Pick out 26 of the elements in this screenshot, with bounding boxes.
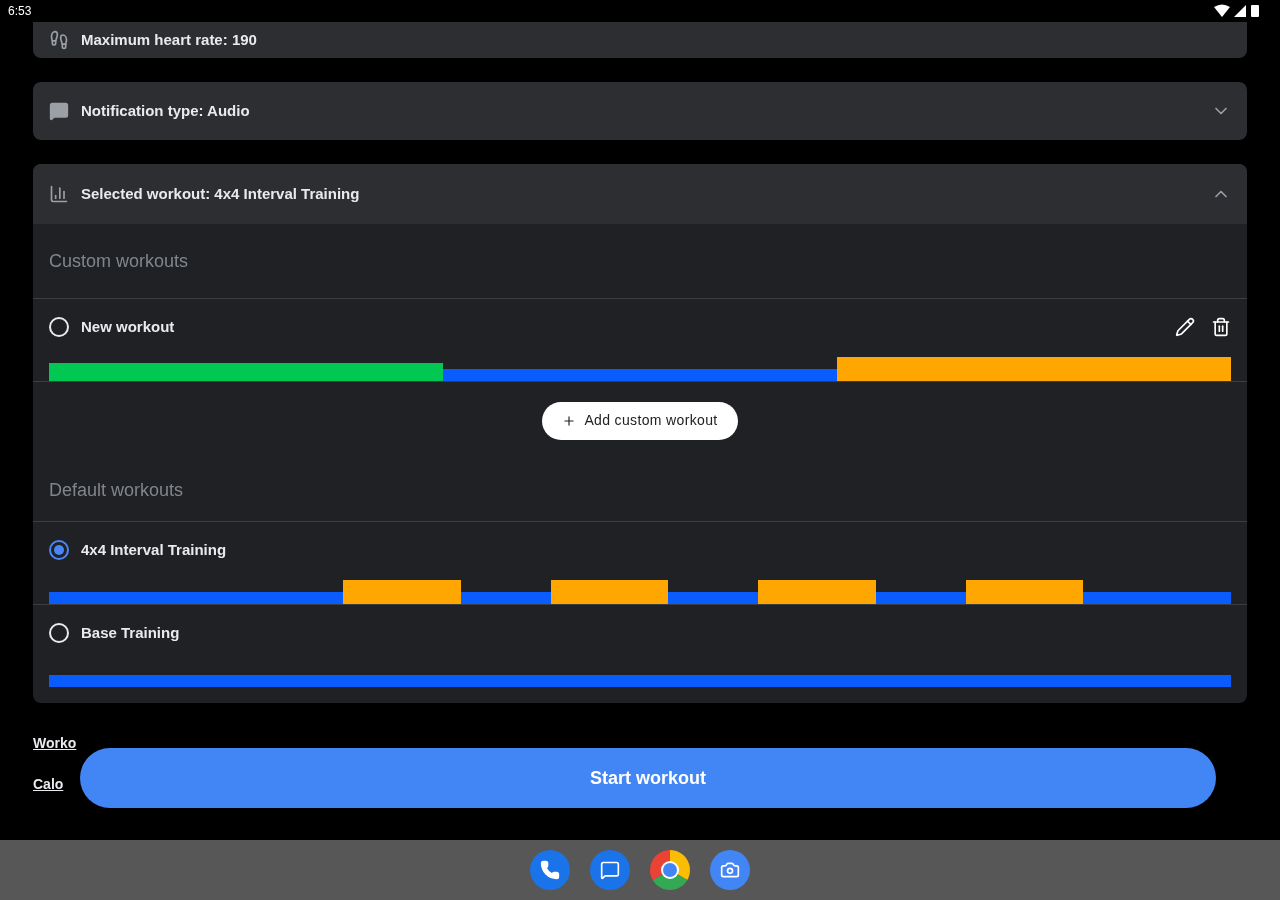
workout-name: New workout [81,316,175,337]
panel-header[interactable]: Selected workout: 4x4 Interval Training [33,164,1247,224]
text-link[interactable]: Calo [33,774,64,795]
setting-label: Notification type: Audio [81,100,250,121]
workout-name: Base Training [81,622,180,643]
section-title: Custom workouts [49,249,189,273]
section-title: Default workouts [49,478,184,502]
add-workout-button[interactable]: Add custom workout [542,401,738,440]
setting-card[interactable]: Notification type: Audio [33,82,1247,140]
bar-chart-icon [49,184,69,204]
panel-title: Selected workout: 4x4 Interval Training [81,183,360,204]
camera-app-icon[interactable] [710,850,750,890]
browser-app-icon[interactable] [650,850,690,890]
plus-icon [562,413,577,428]
setting-label: Maximum heart rate: 190 [81,29,257,50]
delete-icon[interactable] [1211,317,1231,337]
workout-name: 4x4 Interval Training [81,539,227,560]
text-link[interactable]: Worko [33,733,77,754]
radio-button[interactable] [49,540,69,560]
setting-card[interactable]: Maximum heart rate: 190 [33,22,1247,58]
status-time: 6:53 [8,3,32,20]
phone-app-icon[interactable] [530,850,570,890]
edit-icon[interactable] [1175,317,1195,337]
messages-app-icon[interactable] [590,850,630,890]
chat-icon [49,101,69,121]
start-workout-button[interactable]: Start workout [80,748,1216,808]
